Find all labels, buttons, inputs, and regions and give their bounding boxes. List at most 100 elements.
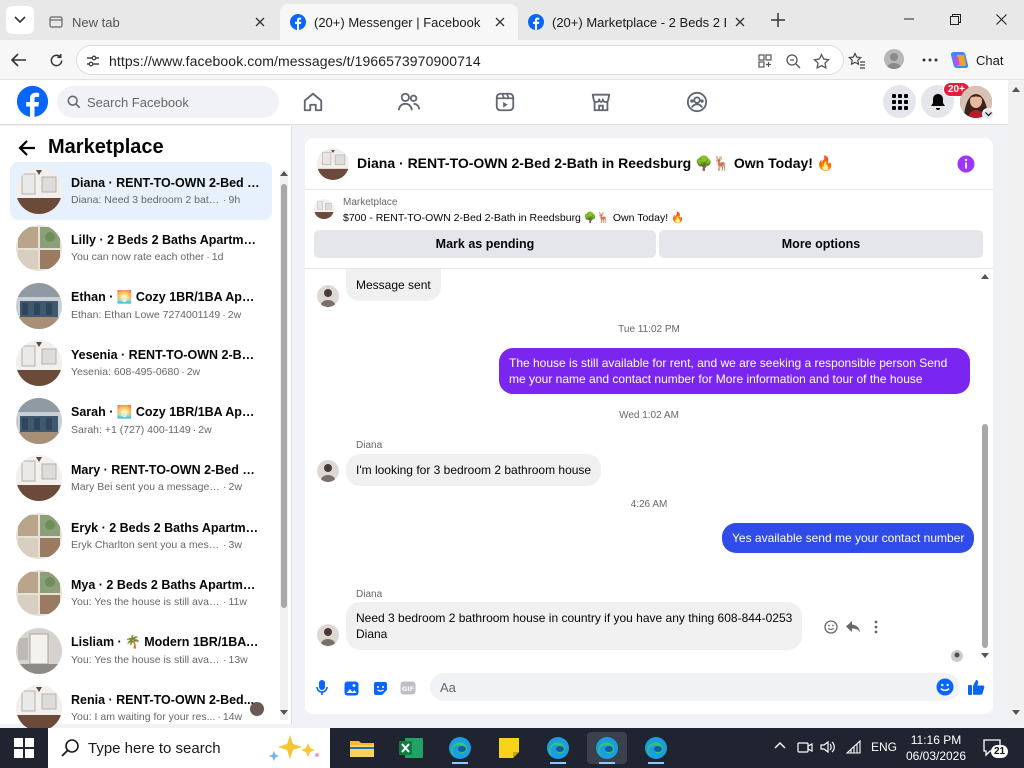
scroll-up-arrow-icon[interactable] bbox=[1008, 84, 1024, 94]
settings-more-button[interactable] bbox=[918, 48, 942, 72]
facebook-search-box[interactable] bbox=[57, 86, 279, 118]
address-bar[interactable]: https://www.facebook.com/messages/t/1966… bbox=[76, 45, 844, 75]
close-tab-icon[interactable] bbox=[732, 14, 748, 30]
taskbar-edge-4[interactable] bbox=[636, 732, 676, 764]
browser-profile-avatar[interactable] bbox=[884, 49, 904, 69]
tab-new-tab[interactable]: New tab bbox=[38, 4, 278, 40]
conversation-item[interactable]: Mya · 2 Beds 2 Baths Apartmen... You: Yes… bbox=[10, 565, 272, 623]
menu-grid-button[interactable] bbox=[883, 85, 916, 118]
taskbar-edge-1[interactable] bbox=[440, 732, 480, 764]
contact-avatar[interactable] bbox=[317, 624, 339, 646]
microphone-icon[interactable] bbox=[313, 679, 331, 697]
site-info-icon[interactable] bbox=[85, 53, 101, 69]
scroll-down-arrow-icon[interactable] bbox=[280, 710, 288, 716]
more-options-button[interactable]: More options bbox=[659, 230, 983, 258]
tab-marketplace[interactable]: (20+) Marketplace - 2 Beds 2 Bath bbox=[518, 4, 758, 40]
video-nav-button[interactable] bbox=[492, 89, 518, 115]
chat-title[interactable]: Diana · RENT-TO-OWN 2-Bed 2-Bath in Reed… bbox=[357, 155, 834, 172]
sidebar-scrollbar[interactable] bbox=[280, 170, 288, 720]
incoming-message[interactable]: I'm looking for 3 bedroom 2 bathroom hou… bbox=[346, 454, 602, 486]
info-icon[interactable] bbox=[957, 155, 975, 173]
volume-icon[interactable] bbox=[820, 740, 836, 754]
conversation-item[interactable]: Lilly · 2 Beds 2 Baths Apartment... You c… bbox=[10, 220, 272, 278]
emoji-icon[interactable] bbox=[936, 678, 954, 696]
sidebar-scroll-thumb[interactable] bbox=[281, 184, 287, 608]
taskbar-file-explorer[interactable] bbox=[342, 732, 382, 764]
favorite-star-icon[interactable] bbox=[811, 51, 831, 71]
restore-button[interactable] bbox=[932, 4, 978, 34]
account-menu-caret[interactable] bbox=[982, 108, 994, 120]
scroll-up-arrow-icon[interactable] bbox=[280, 170, 288, 176]
incoming-message[interactable]: Message sent bbox=[346, 269, 441, 301]
thread-scrollbar[interactable] bbox=[979, 272, 991, 664]
show-hidden-icons-chevron-icon[interactable] bbox=[774, 741, 786, 749]
taskbar-excel[interactable] bbox=[391, 732, 431, 764]
gif-icon[interactable]: GIF bbox=[399, 679, 417, 697]
taskbar-sticky-notes[interactable] bbox=[489, 732, 529, 764]
outgoing-message[interactable]: Yes available send me your contact numbe… bbox=[722, 523, 975, 553]
conversation-item[interactable]: Mary · RENT-TO-OWN 2-Bed 2-... Mary Bei s… bbox=[10, 450, 272, 508]
outgoing-message[interactable]: The house is still available for rent, a… bbox=[499, 348, 970, 394]
facebook-search-input[interactable] bbox=[87, 94, 267, 110]
close-tab-icon[interactable] bbox=[252, 14, 268, 30]
conversation-item[interactable]: Diana · RENT-TO-OWN 2-Bed 2... Diana: Nee… bbox=[10, 162, 272, 220]
facebook-favicon-icon bbox=[528, 14, 544, 30]
listing-banner[interactable]: Marketplace $700 - RENT-TO-OWN 2-Bed 2-B… bbox=[305, 190, 993, 230]
app-available-icon[interactable] bbox=[755, 51, 775, 71]
message-input[interactable] bbox=[440, 679, 910, 695]
language-indicator[interactable]: ENG bbox=[871, 740, 897, 754]
home-nav-button[interactable] bbox=[300, 89, 326, 115]
like-thumb-icon[interactable] bbox=[966, 677, 986, 697]
scroll-up-arrow-icon[interactable] bbox=[979, 272, 991, 280]
conversation-item[interactable]: Lisliam · 🌴 Modern 1BR/1BA A... You: Yes … bbox=[10, 622, 272, 680]
conversation-item[interactable]: Eryk · 2 Beds 2 Baths Apartmen... Eryk Ch… bbox=[10, 507, 272, 565]
conversation-item[interactable]: Sarah · 🌅 Cozy 1BR/1BA Apart... Sarah: +1… bbox=[10, 392, 272, 450]
conversation-name: Lisliam · 🌴 Modern 1BR/1BA A... bbox=[71, 635, 261, 650]
taskbar-clock[interactable]: 11:16 PM 06/03/2026 bbox=[900, 732, 972, 764]
react-emoji-icon[interactable] bbox=[822, 618, 840, 636]
sticker-icon[interactable] bbox=[371, 679, 389, 697]
network-icon[interactable] bbox=[846, 740, 862, 754]
start-button[interactable] bbox=[14, 738, 34, 758]
conversation-item[interactable]: Ethan · 🌅 Cozy 1BR/1BA Apart... Ethan: Et… bbox=[10, 277, 272, 335]
tab-messenger[interactable]: (20+) Messenger | Facebook bbox=[280, 4, 518, 40]
friends-nav-button[interactable] bbox=[396, 89, 422, 115]
incoming-message[interactable]: Need 3 bedroom 2 bathroom house in count… bbox=[346, 602, 803, 650]
groups-nav-button[interactable] bbox=[684, 89, 710, 115]
taskbar-edge-2[interactable] bbox=[538, 732, 578, 764]
thread-scroll-thumb[interactable] bbox=[982, 424, 988, 648]
minimize-button[interactable] bbox=[886, 4, 932, 34]
more-actions-icon[interactable] bbox=[867, 618, 885, 636]
message-input-box[interactable] bbox=[430, 673, 960, 701]
conversation-name: Eryk · 2 Beds 2 Baths Apartmen... bbox=[71, 520, 261, 535]
close-tab-icon[interactable] bbox=[492, 14, 508, 30]
action-center-button[interactable]: 21 bbox=[982, 738, 1009, 758]
marketplace-chats-sidebar: Marketplace Diana · RENT-TO-OWN 2-Bed 2.… bbox=[0, 126, 292, 732]
taskbar-search-box[interactable]: Type here to search bbox=[48, 728, 330, 768]
zoom-icon[interactable] bbox=[783, 51, 803, 71]
refresh-button[interactable] bbox=[43, 47, 69, 73]
favorites-button[interactable] bbox=[845, 48, 869, 72]
meet-now-icon[interactable] bbox=[797, 740, 813, 754]
facebook-logo[interactable] bbox=[16, 85, 49, 118]
attach-photo-icon[interactable] bbox=[342, 679, 360, 697]
contact-avatar[interactable] bbox=[317, 285, 339, 307]
tab-actions-menu-button[interactable] bbox=[6, 6, 34, 34]
scroll-down-arrow-icon[interactable] bbox=[1008, 708, 1024, 718]
home-icon bbox=[303, 92, 323, 112]
chat-listing-avatar[interactable] bbox=[317, 147, 349, 180]
marketplace-nav-button[interactable] bbox=[588, 89, 614, 115]
reply-icon[interactable] bbox=[844, 618, 862, 636]
contact-avatar[interactable] bbox=[317, 460, 339, 482]
taskbar-edge-3[interactable] bbox=[587, 732, 627, 764]
back-button[interactable] bbox=[6, 47, 32, 73]
copilot-chat-button[interactable]: Chat bbox=[948, 48, 1016, 72]
page-scrollbar[interactable] bbox=[1008, 80, 1024, 724]
scroll-down-arrow-icon[interactable] bbox=[979, 652, 991, 660]
conversation-item[interactable]: Yesenia · RENT-TO-OWN 2-Bed ... Yesenia: … bbox=[10, 335, 272, 393]
new-tab-button[interactable] bbox=[766, 8, 790, 32]
close-window-button[interactable] bbox=[978, 4, 1024, 34]
back-arrow-icon[interactable] bbox=[18, 139, 36, 156]
chat-panel: Diana · RENT-TO-OWN 2-Bed 2-Bath in Reed… bbox=[305, 138, 993, 714]
mark-as-pending-button[interactable]: Mark as pending bbox=[314, 230, 656, 258]
